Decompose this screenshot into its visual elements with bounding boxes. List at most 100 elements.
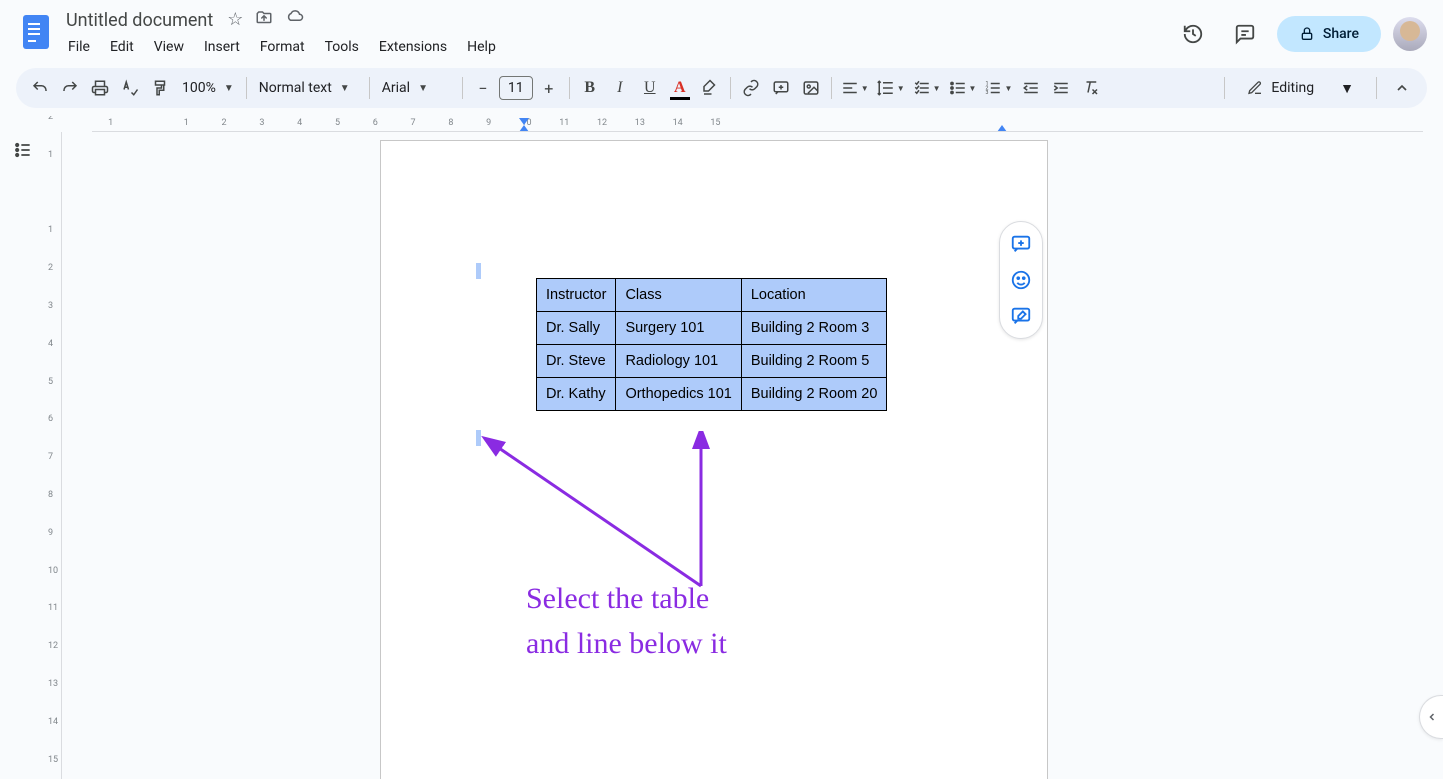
ruler-tick: 8 bbox=[432, 118, 470, 128]
ruler-tick: 13 bbox=[48, 679, 58, 689]
ruler-tick: 6 bbox=[356, 118, 394, 128]
content-table[interactable]: Instructor Class Location Dr. Sally Surg… bbox=[536, 278, 887, 411]
table-cell: Dr. Sally bbox=[537, 312, 616, 345]
ruler-tick: 1 bbox=[48, 225, 53, 235]
right-indent-marker[interactable] bbox=[997, 125, 1007, 132]
ruler-tick: 14 bbox=[48, 717, 58, 727]
menu-extensions[interactable]: Extensions bbox=[371, 35, 455, 59]
table-cell: Radiology 101 bbox=[616, 345, 741, 378]
hide-menus-icon[interactable] bbox=[1387, 73, 1417, 103]
ruler-tick: 11 bbox=[545, 118, 583, 128]
suggest-edits-icon[interactable] bbox=[1005, 300, 1037, 332]
ruler-tick: 6 bbox=[48, 414, 53, 424]
star-icon[interactable]: ☆ bbox=[227, 9, 243, 32]
move-icon[interactable] bbox=[255, 9, 273, 32]
menu-format[interactable]: Format bbox=[252, 35, 313, 59]
ruler-tick: 11 bbox=[48, 603, 58, 613]
first-line-indent-marker[interactable] bbox=[519, 118, 529, 125]
increase-indent-icon[interactable] bbox=[1047, 74, 1075, 102]
table-cell: Orthopedics 101 bbox=[616, 378, 741, 411]
ruler-tick: 15 bbox=[48, 755, 58, 765]
numbered-list-icon[interactable]: 123▼ bbox=[981, 74, 1015, 102]
history-icon[interactable] bbox=[1173, 14, 1213, 54]
ruler-tick: 10 bbox=[48, 566, 58, 576]
paragraph-style-dropdown[interactable]: Normal text▼ bbox=[253, 74, 363, 102]
table-row: Dr. Steve Radiology 101 Building 2 Room … bbox=[537, 345, 887, 378]
annotation-text: Select the table and line below it bbox=[526, 576, 727, 666]
ruler-tick: 7 bbox=[394, 118, 432, 128]
selection-marker-top bbox=[476, 263, 481, 279]
ruler-tick: 1 bbox=[48, 150, 53, 160]
clear-formatting-icon[interactable] bbox=[1077, 74, 1105, 102]
table-cell: Surgery 101 bbox=[616, 312, 741, 345]
document-page[interactable]: Instructor Class Location Dr. Sally Surg… bbox=[380, 140, 1048, 779]
table-cell: Building 2 Room 20 bbox=[741, 378, 887, 411]
add-emoji-icon[interactable] bbox=[1005, 264, 1037, 296]
document-outline-icon[interactable] bbox=[7, 134, 39, 166]
menu-file[interactable]: File bbox=[60, 35, 98, 59]
ruler-tick: 1 bbox=[167, 118, 205, 128]
vertical-ruler[interactable]: 2112345678910111213141516 bbox=[46, 132, 62, 779]
text-color-icon[interactable]: A bbox=[666, 74, 694, 102]
menu-edit[interactable]: Edit bbox=[102, 35, 142, 59]
menu-view[interactable]: View bbox=[146, 35, 192, 59]
table-row: Instructor Class Location bbox=[537, 279, 887, 312]
menu-tools[interactable]: Tools bbox=[317, 35, 367, 59]
docs-logo-icon[interactable] bbox=[16, 12, 56, 52]
account-avatar[interactable] bbox=[1393, 17, 1427, 51]
bold-icon[interactable]: B bbox=[576, 74, 604, 102]
increase-font-icon[interactable]: + bbox=[535, 74, 563, 102]
ruler-tick: 1 bbox=[92, 118, 130, 128]
table-cell: Class bbox=[616, 279, 741, 312]
comments-icon[interactable] bbox=[1225, 14, 1265, 54]
horizontal-ruler[interactable]: 21123456789101112131415 bbox=[92, 116, 1423, 132]
insert-link-icon[interactable] bbox=[737, 74, 765, 102]
underline-icon[interactable]: U bbox=[636, 74, 664, 102]
ruler-tick: 5 bbox=[48, 377, 53, 387]
bulleted-list-icon[interactable]: ▼ bbox=[946, 74, 980, 102]
font-dropdown[interactable]: Arial▼ bbox=[376, 74, 456, 102]
ruler-tick: 2 bbox=[48, 116, 53, 122]
insert-image-icon[interactable] bbox=[797, 74, 825, 102]
svg-text:3: 3 bbox=[986, 90, 989, 96]
decrease-indent-icon[interactable] bbox=[1017, 74, 1045, 102]
ruler-tick: 8 bbox=[48, 490, 53, 500]
ruler-tick: 4 bbox=[48, 339, 53, 349]
add-comment-icon[interactable] bbox=[1005, 228, 1037, 260]
italic-icon[interactable]: I bbox=[606, 74, 634, 102]
align-dropdown-icon[interactable]: ▼ bbox=[838, 74, 872, 102]
decrease-font-icon[interactable]: − bbox=[469, 74, 497, 102]
redo-icon[interactable] bbox=[56, 74, 84, 102]
table-cell: Instructor bbox=[537, 279, 616, 312]
print-icon[interactable] bbox=[86, 74, 114, 102]
paint-format-icon[interactable] bbox=[146, 74, 174, 102]
table-cell: Building 2 Room 5 bbox=[741, 345, 887, 378]
table-row: Dr. Sally Surgery 101 Building 2 Room 3 bbox=[537, 312, 887, 345]
document-title[interactable]: Untitled document bbox=[60, 8, 219, 33]
highlight-icon[interactable] bbox=[696, 74, 724, 102]
ruler-tick: 14 bbox=[659, 118, 697, 128]
share-button[interactable]: Share bbox=[1277, 16, 1381, 52]
ruler-tick: 2 bbox=[205, 118, 243, 128]
ruler-tick: 13 bbox=[621, 118, 659, 128]
table-row: Dr. Kathy Orthopedics 101 Building 2 Roo… bbox=[537, 378, 887, 411]
table-cell: Building 2 Room 3 bbox=[741, 312, 887, 345]
insert-comment-icon[interactable] bbox=[767, 74, 795, 102]
toolbar: 100%▼ Normal text▼ Arial▼ − 11 + B I U A… bbox=[16, 68, 1427, 108]
undo-icon[interactable] bbox=[26, 74, 54, 102]
menu-insert[interactable]: Insert bbox=[196, 35, 248, 59]
menu-help[interactable]: Help bbox=[459, 35, 504, 59]
share-label: Share bbox=[1323, 26, 1359, 42]
font-size-input[interactable]: 11 bbox=[499, 76, 533, 100]
spellcheck-icon[interactable] bbox=[116, 74, 144, 102]
line-spacing-icon[interactable]: ▼ bbox=[874, 74, 908, 102]
ruler-tick: 2 bbox=[48, 263, 53, 273]
ruler-tick: 12 bbox=[583, 118, 621, 128]
ruler-tick: 9 bbox=[470, 118, 508, 128]
left-indent-marker[interactable] bbox=[519, 125, 529, 132]
checklist-icon[interactable]: ▼ bbox=[910, 74, 944, 102]
editing-mode-dropdown[interactable]: Editing ▼ bbox=[1235, 73, 1366, 103]
cloud-status-icon[interactable] bbox=[285, 9, 305, 32]
zoom-dropdown[interactable]: 100%▼ bbox=[176, 74, 240, 102]
table-cell: Dr. Kathy bbox=[537, 378, 616, 411]
